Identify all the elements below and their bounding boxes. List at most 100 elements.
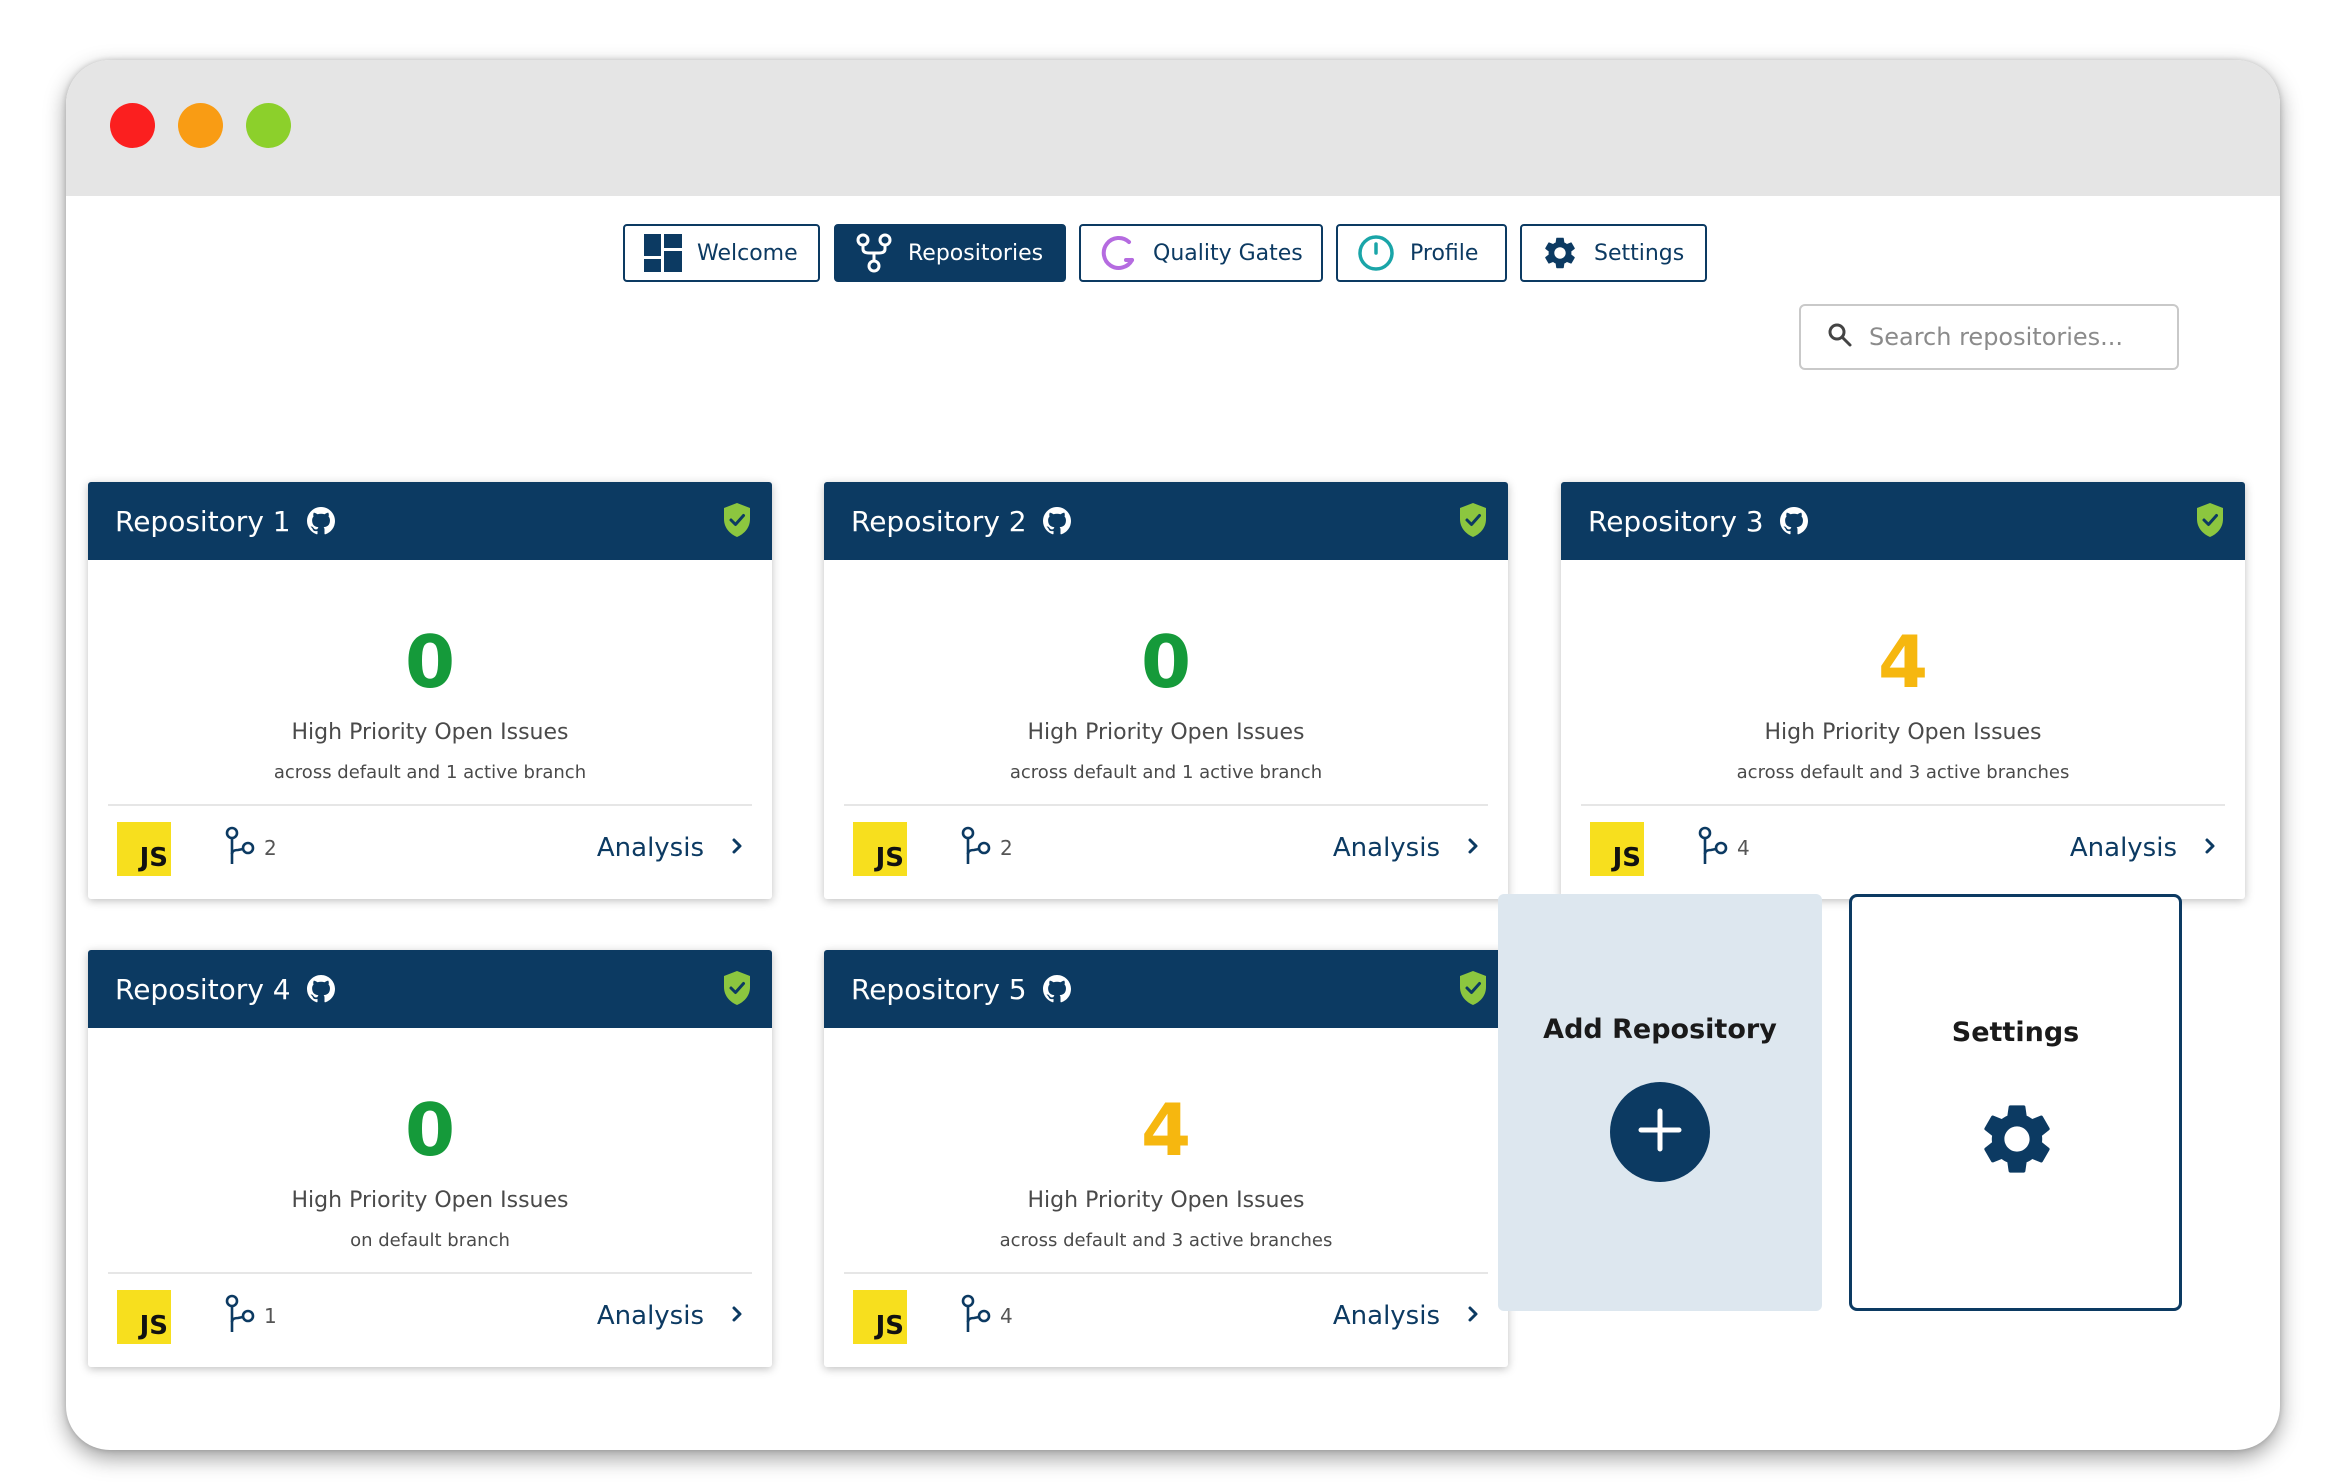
repository-name[interactable]: Repository 5 [851,973,1027,1006]
branch-icon [224,826,258,871]
add-repository-title: Add Repository [1543,1014,1777,1045]
repository-name[interactable]: Repository 3 [1588,505,1764,538]
github-icon [306,975,335,1003]
tab-quality-gates[interactable]: Quality Gates [1079,224,1323,282]
issue-count: 0 [404,1088,456,1172]
branch-count: 1 [224,1294,277,1338]
main-nav: Welcome Repositories Quality Gates Profi… [0,224,2346,282]
language-label: JS [1612,843,1641,873]
language-label: JS [875,1311,904,1341]
repository-card-header: Repository 2 [824,482,1508,560]
repository-card[interactable]: Repository 1 0 High Priority Open Issues… [88,482,772,899]
repository-card[interactable]: Repository 3 4 High Priority Open Issues… [1561,482,2245,899]
analysis-link[interactable]: Analysis [2070,828,2217,868]
branch-count-value: 4 [1000,1304,1013,1328]
tab-welcome[interactable]: Welcome [623,224,820,282]
branch-count: 2 [960,826,1013,870]
tab-settings-label: Settings [1594,240,1685,266]
maximize-window-button[interactable] [246,103,291,148]
javascript-language-badge: JS [853,822,907,876]
issue-scope: across default and 3 active branches [1736,762,2070,783]
analysis-link[interactable]: Analysis [597,828,744,868]
add-repository-tile[interactable]: Add Repository [1498,894,1822,1311]
issue-scope: on default branch [350,1230,510,1251]
issue-scope: across default and 1 active branch [1009,762,1323,783]
chevron-right-icon [2203,833,2217,863]
card-divider [108,1272,752,1274]
branch-count-value: 1 [264,1304,277,1328]
javascript-language-badge: JS [117,1290,171,1344]
issue-count: 4 [1877,620,1929,704]
github-icon [1779,507,1808,535]
shield-check-icon [722,970,752,1006]
card-divider [844,1272,1488,1274]
gear-icon [1540,233,1580,273]
close-window-button[interactable] [110,103,155,148]
issue-scope: across default and 1 active branch [273,762,587,783]
repository-card-header: Repository 5 [824,950,1508,1028]
repository-card-header: Repository 3 [1561,482,2245,560]
issue-count: 0 [1140,620,1192,704]
issue-count-label: High Priority Open Issues [291,720,569,745]
minimize-window-button[interactable] [178,103,223,148]
language-label: JS [875,843,904,873]
issue-count-label: High Priority Open Issues [1027,720,1305,745]
plus-icon [1635,1105,1685,1159]
repository-name[interactable]: Repository 4 [115,973,291,1006]
repository-card[interactable]: Repository 4 0 High Priority Open Issues… [88,950,772,1367]
branch-count: 4 [960,1294,1013,1338]
analysis-label: Analysis [2069,833,2177,863]
issue-count-label: High Priority Open Issues [1764,720,2042,745]
github-icon [1042,507,1071,535]
search-box[interactable] [1799,304,2179,370]
analysis-label: Analysis [1332,833,1440,863]
tab-settings[interactable]: Settings [1520,224,1707,282]
card-divider [1581,804,2225,806]
add-repository-button[interactable] [1610,1082,1710,1182]
branch-count: 4 [1697,826,1750,870]
repository-name[interactable]: Repository 2 [851,505,1027,538]
repository-card[interactable]: Repository 2 0 High Priority Open Issues… [824,482,1508,899]
branch-count-value: 2 [1000,836,1013,860]
title-bar [66,60,2280,196]
issue-count-label: High Priority Open Issues [1027,1188,1305,1213]
profile-icon [1356,233,1396,273]
analysis-label: Analysis [596,1301,704,1331]
issue-count: 4 [1140,1088,1192,1172]
javascript-language-badge: JS [117,822,171,876]
shield-check-icon [1458,970,1488,1006]
chevron-right-icon [730,833,744,863]
repository-card-header: Repository 4 [88,950,772,1028]
shield-check-icon [1458,502,1488,538]
analysis-link[interactable]: Analysis [597,1296,744,1336]
shield-check-icon [2195,502,2225,538]
tab-repositories[interactable]: Repositories [834,224,1066,282]
issue-count: 0 [404,620,456,704]
branch-icon [224,1294,258,1339]
search-input[interactable] [1869,323,2159,351]
search-icon [1827,322,1853,352]
tab-profile[interactable]: Profile [1336,224,1507,282]
card-divider [844,804,1488,806]
analysis-link[interactable]: Analysis [1333,828,1480,868]
language-label: JS [139,1311,168,1341]
settings-tile[interactable]: Settings [1849,894,2182,1311]
branch-icon [1697,826,1731,871]
dashboard-icon [643,233,683,273]
branch-count-value: 2 [264,836,277,860]
branch-icon [960,826,994,871]
repository-name[interactable]: Repository 1 [115,505,291,538]
repository-card[interactable]: Repository 5 4 High Priority Open Issues… [824,950,1508,1367]
chevron-right-icon [1466,1301,1480,1331]
javascript-language-badge: JS [1590,822,1644,876]
analysis-link[interactable]: Analysis [1333,1296,1480,1336]
github-icon [306,507,335,535]
card-divider [108,804,752,806]
tab-welcome-label: Welcome [697,240,798,266]
analysis-label: Analysis [1332,1301,1440,1331]
javascript-language-badge: JS [853,1290,907,1344]
settings-tile-title: Settings [1951,1017,2080,1048]
analysis-label: Analysis [596,833,704,863]
tab-profile-label: Profile [1410,240,1479,266]
gear-icon [1975,1097,2059,1181]
